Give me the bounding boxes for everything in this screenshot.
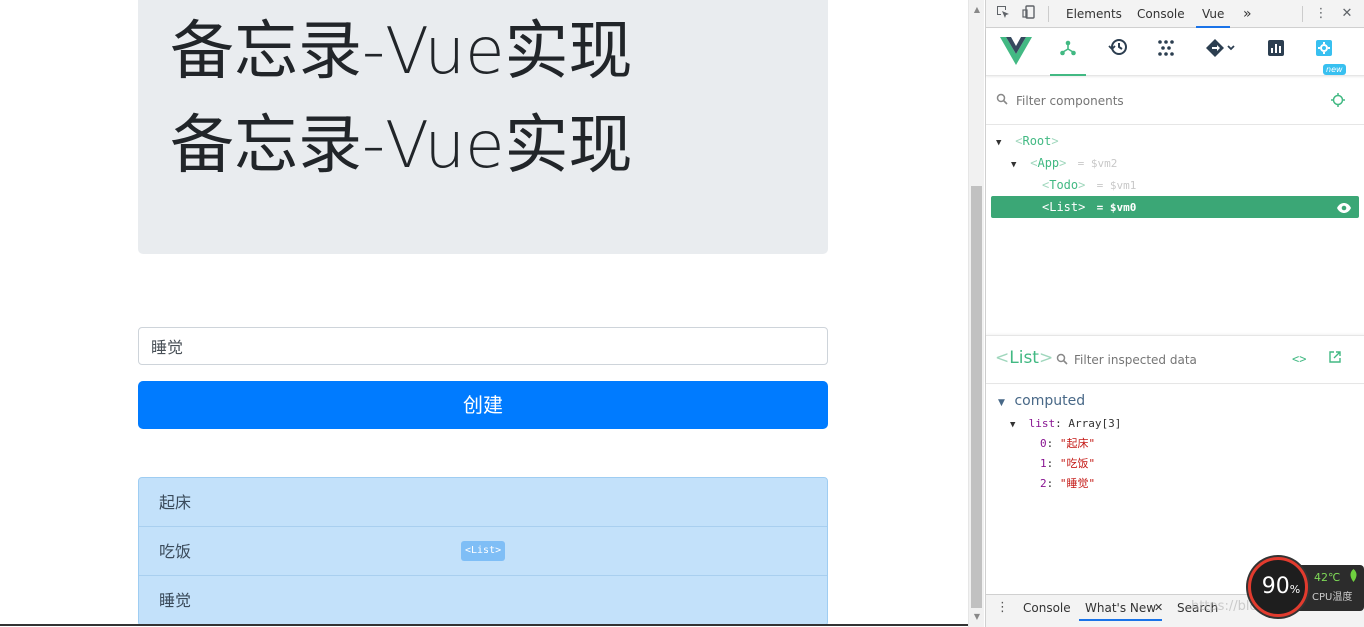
- vuex-store-icon[interactable]: [1148, 37, 1184, 67]
- components-tab-icon[interactable]: [1050, 37, 1086, 76]
- tab-elements[interactable]: Elements: [1060, 0, 1128, 28]
- cpu-temperature: 42℃: [1314, 571, 1341, 584]
- inspector-data: ▼ computed ▼ list: Array[3] 0: "起床" 1: "…: [986, 388, 1364, 494]
- todo-list: 起床 吃饭 <List> 睡觉: [138, 477, 828, 626]
- eye-icon[interactable]: [1337, 196, 1351, 218]
- tree-node-root[interactable]: ▼ <Root>: [986, 130, 1364, 152]
- cpu-label: CPU温度: [1312, 592, 1353, 603]
- settings-gear-icon[interactable]: [1306, 37, 1342, 67]
- more-tabs-icon[interactable]: »: [1237, 0, 1258, 28]
- create-button[interactable]: 创建: [138, 381, 828, 429]
- todo-input[interactable]: [138, 327, 828, 365]
- code-icon[interactable]: <>: [1292, 352, 1306, 366]
- leaf-icon: [1349, 569, 1358, 585]
- new-badge: new: [1323, 64, 1346, 75]
- page-title-duplicate: 备忘录-Vue实现: [170, 109, 633, 183]
- filter-components-input[interactable]: [1016, 91, 1316, 111]
- screen: 备忘录-Vue实现 备忘录-Vue实现 创建 起床 吃饭 <List> 睡觉 ▲…: [0, 0, 1364, 627]
- scroll-up-icon[interactable]: ▲: [969, 2, 985, 18]
- todo-page: 备忘录-Vue实现 备忘录-Vue实现 创建 起床 吃饭 <List> 睡觉: [0, 0, 968, 627]
- vue-toolbar: [986, 29, 1364, 76]
- component-highlight-tag: <List>: [461, 541, 506, 561]
- filter-inspected-data-input[interactable]: [1074, 350, 1254, 370]
- data-row-item[interactable]: 2: "睡觉": [986, 474, 1364, 494]
- cpu-usage: 90%: [1261, 574, 1301, 599]
- cpu-gauge: 90%: [1248, 557, 1308, 617]
- page-title: 备忘录-Vue实现: [170, 15, 633, 89]
- tree-node-todo[interactable]: <Todo> = $vm1: [986, 174, 1364, 196]
- toolbar-separator: [1302, 6, 1303, 22]
- drawer-tab-console[interactable]: Console: [1017, 595, 1077, 621]
- router-icon[interactable]: [1198, 37, 1244, 67]
- drawer-tab-whats-new[interactable]: What's New: [1079, 595, 1163, 621]
- scroll-thumb[interactable]: [971, 186, 982, 608]
- expand-triangle-icon[interactable]: ▼: [996, 132, 1008, 154]
- devtools-tabbar: Elements Console Vue » ⋮ ✕: [986, 0, 1364, 28]
- kebab-menu-icon[interactable]: ⋮: [1312, 5, 1330, 23]
- data-row-list[interactable]: ▼ list: Array[3]: [986, 414, 1364, 434]
- list-item[interactable]: 起床: [139, 478, 827, 527]
- filter-components-bar: [986, 77, 1364, 125]
- tab-vue[interactable]: Vue: [1196, 0, 1231, 28]
- tree-node-app[interactable]: ▼ <App> = $vm2: [986, 152, 1364, 174]
- select-component-target-icon[interactable]: [1331, 93, 1345, 107]
- data-row-item[interactable]: 1: "吃饭": [986, 454, 1364, 474]
- inspect-element-icon[interactable]: [994, 5, 1012, 23]
- timeline-history-icon[interactable]: [1100, 37, 1136, 67]
- scroll-down-icon[interactable]: ▼: [969, 609, 985, 625]
- devtools-panel: Elements Console Vue » ⋮ ✕ new Filter co…: [985, 0, 1364, 627]
- close-icon[interactable]: ✕: [1154, 595, 1163, 621]
- close-icon[interactable]: ✕: [1338, 5, 1356, 23]
- vue-logo-icon: [1000, 37, 1032, 65]
- component-tree: ▼ <Root> ▼ <App> = $vm2 <Todo> = $vm1 <L…: [986, 130, 1364, 218]
- data-row-item[interactable]: 0: "起床": [986, 434, 1364, 454]
- inspector-header: <List> <>: [986, 335, 1364, 384]
- cpu-monitor-widget[interactable]: 90% 42℃ CPU温度: [1248, 557, 1364, 619]
- list-item[interactable]: 吃饭 <List>: [139, 527, 827, 576]
- page-scrollbar[interactable]: ▲ ▼: [968, 0, 984, 627]
- collapse-triangle-icon[interactable]: ▼: [998, 390, 1010, 416]
- search-icon: [1056, 353, 1068, 368]
- device-toolbar-icon[interactable]: [1020, 5, 1038, 23]
- computed-section-header[interactable]: ▼ computed: [986, 388, 1364, 414]
- open-in-editor-icon[interactable]: [1329, 351, 1341, 367]
- drawer-menu-icon[interactable]: ⋮: [996, 595, 1009, 621]
- tree-node-list-selected[interactable]: <List> = $vm0: [991, 196, 1359, 218]
- expand-triangle-icon[interactable]: ▼: [1011, 154, 1023, 176]
- toolbar-separator: [1048, 6, 1049, 22]
- list-item-text: 吃饭: [159, 542, 192, 561]
- performance-chart-icon[interactable]: [1258, 37, 1294, 67]
- search-icon: [996, 93, 1010, 107]
- tab-console[interactable]: Console: [1131, 0, 1191, 28]
- list-item[interactable]: 睡觉: [139, 576, 827, 625]
- expand-triangle-icon[interactable]: ▼: [1010, 415, 1022, 435]
- page-divider: [0, 624, 968, 626]
- jumbotron: 备忘录-Vue实现 备忘录-Vue实现: [138, 0, 828, 254]
- inspected-component-title: <List>: [995, 348, 1054, 368]
